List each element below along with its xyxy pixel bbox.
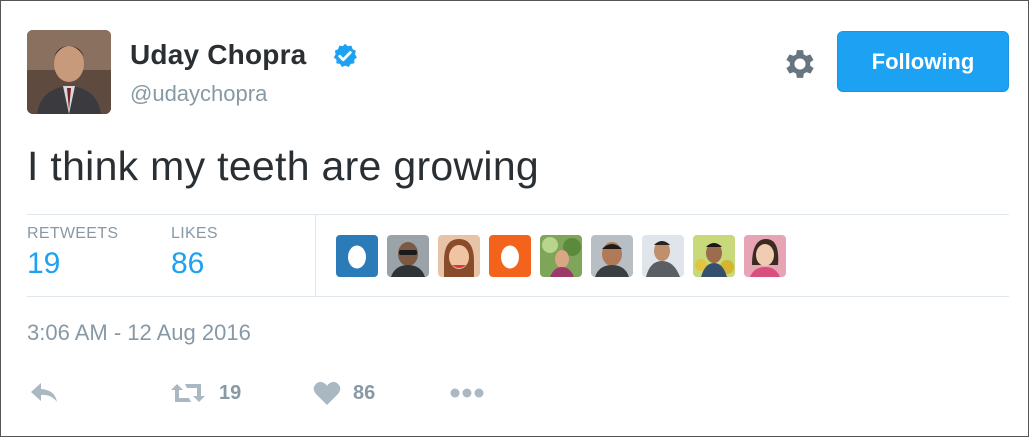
stats-divider-top: [27, 214, 1009, 215]
display-name[interactable]: Uday Chopra: [130, 39, 306, 71]
liker-avatar[interactable]: [642, 235, 684, 277]
liker-avatar[interactable]: [693, 235, 735, 277]
gear-icon[interactable]: [781, 45, 819, 83]
retweet-icon: [169, 380, 207, 406]
verified-badge-icon: [331, 42, 359, 70]
screen-name[interactable]: @udaychopra: [130, 81, 267, 107]
retweets-label: RETWEETS: [27, 225, 119, 242]
liker-avatar[interactable]: [540, 235, 582, 277]
more-dots-icon: [449, 387, 485, 399]
retweet-action[interactable]: 19: [169, 377, 241, 409]
likes-stat[interactable]: LIKES 86: [171, 225, 218, 281]
tweet-text: I think my teeth are growing: [27, 143, 540, 189]
heart-icon: [313, 380, 341, 406]
likers-avatar-list: [336, 235, 786, 277]
profile-avatar[interactable]: [27, 30, 111, 114]
reply-action[interactable]: [29, 377, 59, 409]
stats-vertical-divider: [315, 214, 316, 296]
liker-avatar-egg-blue[interactable]: [336, 235, 378, 277]
retweets-count[interactable]: 19: [27, 247, 118, 281]
likes-label: LIKES: [171, 225, 218, 242]
like-count: 86: [353, 381, 376, 404]
like-action[interactable]: 86: [313, 377, 375, 409]
liker-avatar[interactable]: [438, 235, 480, 277]
following-button[interactable]: Following: [837, 31, 1009, 92]
liker-avatar-egg-orange[interactable]: [489, 235, 531, 277]
retweet-count: 19: [219, 381, 242, 404]
liker-avatar[interactable]: [387, 235, 429, 277]
stats-divider-bottom: [27, 296, 1009, 297]
retweets-stat[interactable]: RETWEETS 19: [27, 225, 118, 281]
liker-avatar[interactable]: [744, 235, 786, 277]
tweet-card: Uday Chopra @udaychopra Following I thin…: [0, 0, 1029, 437]
likes-count[interactable]: 86: [171, 247, 218, 281]
more-action[interactable]: [449, 377, 485, 409]
liker-avatar[interactable]: [591, 235, 633, 277]
tweet-timestamp[interactable]: 3:06 AM - 12 Aug 2016: [27, 320, 251, 346]
reply-icon: [29, 380, 59, 406]
